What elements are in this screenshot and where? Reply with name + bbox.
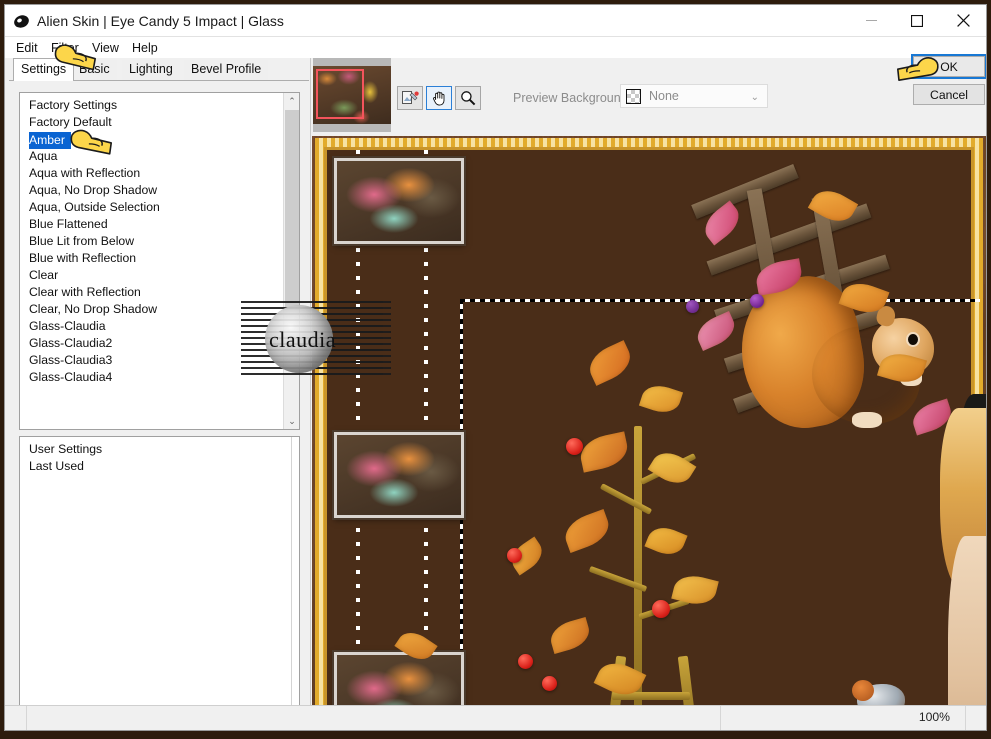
zoom-level-label: 100% (918, 710, 950, 724)
factory-list-item[interactable]: Glass-Claudia (20, 318, 283, 335)
alien-skin-icon (13, 13, 30, 30)
transparency-swatch-icon (626, 89, 641, 104)
preview-toolbar: Preview Background: None ⌄ (312, 58, 986, 136)
berry-3 (652, 600, 670, 618)
user-settings-rows: User Settings Last Used (20, 437, 291, 725)
menu-item-help[interactable]: Help (129, 40, 161, 56)
factory-list-item[interactable]: Glass-Claudia3 (20, 352, 283, 369)
framed-thumbnail-2 (334, 432, 464, 518)
compare-preview-icon[interactable] (397, 86, 423, 110)
factory-list-item[interactable]: Glass-Claudia2 (20, 335, 283, 352)
factory-list-item[interactable]: Amber (20, 131, 283, 149)
tab-bevel-profile[interactable]: Bevel Profile (184, 60, 269, 80)
squirrel-eye (908, 334, 918, 345)
figure-body (948, 536, 986, 719)
tab-strip: Settings Basic Lighting Bevel Profile (9, 58, 309, 81)
factory-list-item[interactable]: Clear with Reflection (20, 284, 283, 301)
user-list-item[interactable]: User Settings (20, 441, 291, 458)
window-title: Alien Skin | Eye Candy 5 Impact | Glass (37, 13, 284, 29)
maximize-button[interactable] (894, 5, 940, 36)
selection-ants-top (460, 299, 980, 302)
title-bar: Alien Skin | Eye Candy 5 Impact | Glass (5, 5, 986, 37)
factory-list-item[interactable]: Factory Default (20, 114, 283, 131)
user-settings-list[interactable]: User Settings Last Used (19, 436, 300, 726)
close-button[interactable] (940, 5, 986, 36)
menu-item-edit[interactable]: Edit (13, 40, 41, 56)
menu-bar: Edit Filter View Help (5, 37, 986, 58)
berry-6 (686, 300, 699, 313)
navigator-thumbnail[interactable] (313, 58, 391, 132)
tab-basic[interactable]: Basic (72, 60, 117, 80)
menu-item-view[interactable]: View (89, 40, 122, 56)
close-icon (956, 14, 970, 27)
scroll-up-icon[interactable]: ⌃ (284, 93, 299, 109)
menu-item-filter[interactable]: Filter (48, 40, 82, 56)
factory-list-item[interactable]: Clear, No Drop Shadow (20, 301, 283, 318)
eye-candy-dialog: Alien Skin | Eye Candy 5 Impact | Glass (4, 4, 987, 731)
factory-list-item[interactable]: Blue Lit from Below (20, 233, 283, 250)
factory-list-item[interactable]: Aqua, No Drop Shadow (20, 182, 283, 199)
status-bar: 100% (5, 705, 986, 730)
preview-artwork (312, 136, 986, 719)
status-cell-1 (5, 706, 27, 730)
factory-list-item-label[interactable]: Amber (29, 132, 71, 149)
maximize-icon (911, 14, 923, 27)
berry-2 (507, 548, 522, 563)
factory-list-item[interactable]: Aqua with Reflection (20, 165, 283, 182)
minimize-icon (865, 20, 877, 21)
factory-list-item[interactable]: Clear (20, 267, 283, 284)
tab-lighting[interactable]: Lighting (122, 60, 180, 80)
factory-list-scrollbar[interactable]: ⌃ ⌄ (283, 93, 299, 429)
factory-list-item[interactable]: Aqua, Outside Selection (20, 199, 283, 216)
user-list-scrollbar[interactable] (291, 437, 299, 725)
factory-list-item[interactable]: Blue with Reflection (20, 250, 283, 267)
berry-4 (518, 654, 533, 669)
preview-background-select[interactable]: None ⌄ (620, 84, 768, 108)
framed-thumbnail-1-art (337, 161, 461, 241)
user-list-item[interactable]: Last Used (20, 458, 291, 475)
status-cell-2 (27, 706, 721, 730)
minimize-button[interactable] (848, 5, 894, 36)
framed-thumbnail-1 (334, 158, 464, 244)
berry-7 (750, 294, 764, 308)
scrollbar-thumb[interactable] (285, 110, 299, 310)
factory-list-item[interactable]: Aqua (20, 148, 283, 165)
zoom-magnifier-icon[interactable] (455, 86, 481, 110)
ok-button[interactable]: OK (911, 54, 986, 79)
preview-background-value: None (649, 89, 679, 103)
preview-canvas[interactable]: claudia (312, 136, 986, 719)
factory-settings-rows: Factory Settings Factory Default Amber Aqua… (20, 93, 283, 429)
preview-background-label: Preview Background: (513, 91, 632, 105)
factory-list-item[interactable]: Blue Flattened (20, 216, 283, 233)
navigator-roi-rect[interactable] (316, 69, 364, 119)
hand-pan-icon[interactable] (426, 86, 452, 110)
cancel-button[interactable]: Cancel (913, 84, 985, 105)
factory-settings-list[interactable]: Factory Settings Factory Default Amber Aqua… (19, 92, 300, 430)
chevron-down-icon[interactable]: ⌄ (751, 92, 759, 103)
squirrel-hind-paw (852, 412, 882, 428)
berry-5 (542, 676, 557, 691)
factory-list-item[interactable]: Factory Settings (20, 97, 283, 114)
app-root: Alien Skin | Eye Candy 5 Impact | Glass (0, 0, 991, 739)
factory-list-item[interactable]: Glass-Claudia4 (20, 369, 283, 386)
scroll-down-icon[interactable]: ⌄ (284, 413, 299, 429)
tab-settings[interactable]: Settings (13, 58, 75, 81)
berry-1 (566, 438, 583, 455)
settings-panel: Settings Basic Lighting Bevel Profile Fa… (5, 58, 311, 726)
robin-small-head (852, 680, 874, 701)
framed-thumbnail-2-art (337, 435, 461, 515)
